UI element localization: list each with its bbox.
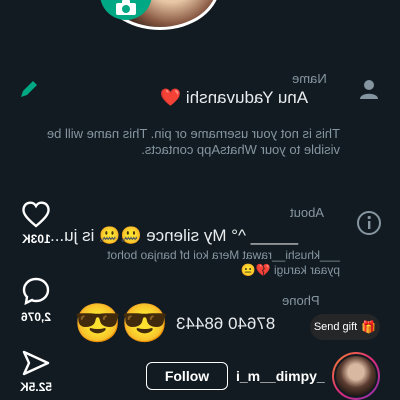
follow-button[interactable]: Follow: [146, 362, 228, 390]
info-icon: [356, 210, 382, 241]
heart-icon: [22, 201, 50, 228]
name-value[interactable]: Anu Yaduvanshi ❤️: [160, 88, 308, 108]
about-label: About: [290, 205, 324, 220]
follow-label: Follow: [164, 368, 210, 384]
comment-icon: [22, 277, 50, 306]
user-avatar[interactable]: [332, 352, 380, 400]
comment-count: 2,076: [20, 310, 52, 324]
name-hint: This is not your username or pin. This n…: [46, 126, 340, 157]
phone-value[interactable]: 87640 68443: [176, 314, 275, 334]
like-count: 103K: [21, 232, 51, 246]
gift-label: Send gift: [313, 321, 358, 333]
like-button[interactable]: 103K: [14, 200, 58, 246]
gift-icon: 🎁: [361, 320, 377, 334]
share-count: 52.5K: [19, 380, 53, 394]
about-overlay-comment: ___khushi__rawat Mera koi bf banjao boho…: [107, 248, 340, 277]
share-button[interactable]: 52.5K: [14, 350, 58, 394]
send-gift-button[interactable]: Send gift 🎁: [310, 314, 380, 340]
comment-button[interactable]: 2,076: [14, 276, 58, 324]
camera-icon: [116, 0, 136, 15]
name-label: Name: [292, 71, 327, 86]
sunglasses-emojis: 😎😎: [74, 303, 169, 345]
person-icon: [358, 78, 380, 105]
send-icon: [22, 350, 50, 376]
edit-icon[interactable]: [18, 78, 40, 105]
user-avatar-photo: [334, 354, 378, 398]
about-value[interactable]: _____ ^° My silence 🤐🤐 is ju...: [50, 226, 298, 246]
username[interactable]: i_m__dimpy_: [236, 368, 325, 384]
phone-label: Phone: [282, 293, 320, 308]
